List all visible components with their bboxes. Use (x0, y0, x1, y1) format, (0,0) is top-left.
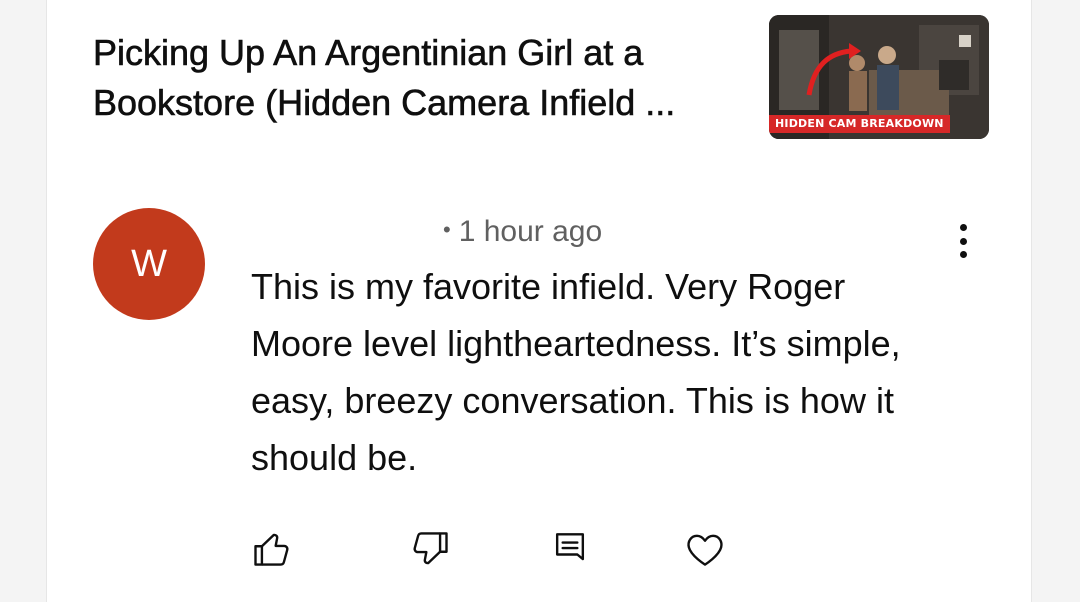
timestamp-text: 1 hour ago (458, 215, 603, 248)
thumbs-down-icon (413, 532, 448, 565)
separator-dot: • (443, 217, 451, 242)
dislike-button[interactable] (405, 524, 455, 574)
comment-card: Picking Up An Argentinian Girl at a Book… (46, 0, 1032, 602)
thumbnail-banner: HIDDEN CAM BREAKDOWN (769, 115, 950, 133)
avatar[interactable]: W (93, 208, 205, 320)
heart-button[interactable] (680, 524, 730, 574)
comment-text: This is my favorite infield. Very Roger … (251, 266, 901, 478)
like-button[interactable] (247, 524, 297, 574)
video-thumbnail[interactable]: HIDDEN CAM BREAKDOWN (769, 15, 989, 139)
more-dot (959, 237, 967, 245)
comment-timestamp: • 1 hour ago (443, 210, 602, 252)
more-dot (959, 251, 967, 258)
heart-icon (687, 534, 723, 566)
more-vertical-icon (959, 224, 967, 231)
reply-button[interactable] (545, 524, 595, 574)
video-title[interactable]: Picking Up An Argentinian Girl at a Book… (93, 28, 733, 128)
thumbs-up-icon (254, 533, 289, 566)
reply-icon (555, 533, 585, 561)
